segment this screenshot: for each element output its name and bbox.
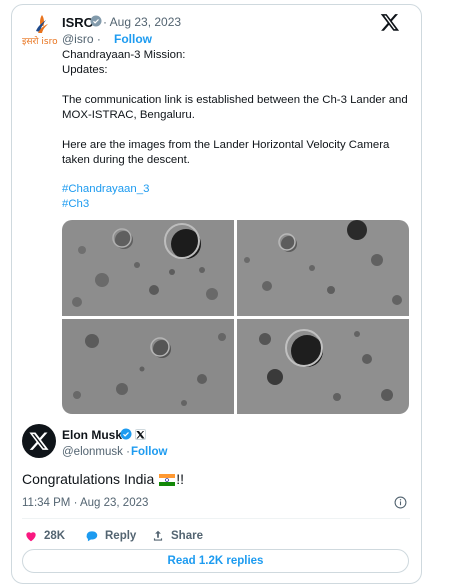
hashtag-link[interactable]: #Ch3 xyxy=(62,197,89,212)
reply-bubble-icon xyxy=(86,531,98,542)
isro-handle[interactable]: @isro · xyxy=(62,32,101,46)
reply-text-end: !! xyxy=(176,471,184,487)
tweet-line: Updates: xyxy=(62,64,108,76)
tweet-line: The communication link is established be… xyxy=(62,94,408,106)
tweet-timestamp[interactable]: 11:34 PM · Aug 23, 2023 xyxy=(22,497,148,509)
heart-icon xyxy=(26,532,36,542)
tweet-line: MOX-ISTRAC, Bengaluru. xyxy=(62,109,195,121)
lunar-image[interactable] xyxy=(237,319,409,414)
tweet-line: Here are the images from the Lander Hori… xyxy=(62,139,390,151)
elon-follow-button[interactable]: Follow xyxy=(131,446,167,458)
info-icon[interactable] xyxy=(394,496,407,509)
lunar-image-grid xyxy=(62,220,409,414)
like-count: 28K xyxy=(44,530,66,542)
lunar-image[interactable] xyxy=(62,319,234,414)
lunar-image[interactable] xyxy=(62,220,234,316)
reply-button[interactable]: Reply xyxy=(85,528,136,544)
x-affiliate-badge-icon xyxy=(135,429,146,440)
x-logo-icon[interactable] xyxy=(380,12,400,32)
india-flag-icon xyxy=(159,474,176,486)
verified-badge-icon xyxy=(90,15,102,27)
isro-follow-button[interactable]: Follow xyxy=(114,32,152,46)
reply-label: Reply xyxy=(105,530,137,542)
reply-text: Congratulations India !! xyxy=(22,471,184,487)
isro-logo-text: इसरो isro xyxy=(22,37,58,47)
elon-avatar[interactable] xyxy=(22,424,56,458)
share-label: Share xyxy=(171,530,203,542)
verified-badge-icon xyxy=(120,428,132,440)
isro-rocket-logo-icon xyxy=(36,15,48,33)
isro-avatar[interactable]: इसरो isro xyxy=(22,14,60,48)
hashtag-link[interactable]: #Chandrayaan_3 xyxy=(62,182,149,197)
reply-text-main: Congratulations India xyxy=(22,471,155,487)
elon-display-name[interactable]: Elon Musk xyxy=(62,428,122,442)
x-avatar-icon xyxy=(29,432,49,450)
tweet-line: taken during the descent. xyxy=(62,154,190,166)
lunar-image[interactable] xyxy=(237,220,409,316)
elon-handle[interactable]: @elonmusk · xyxy=(62,446,130,458)
tweet-line: Chandrayaan-3 Mission: xyxy=(62,49,186,61)
like-button[interactable]: 28K xyxy=(24,528,65,544)
isro-tweet-date[interactable]: · Aug 23, 2023 xyxy=(103,15,181,29)
share-icon xyxy=(153,530,163,541)
divider xyxy=(22,518,410,519)
read-replies-button[interactable]: Read 1.2K replies xyxy=(22,549,409,573)
share-button[interactable]: Share xyxy=(151,528,203,544)
